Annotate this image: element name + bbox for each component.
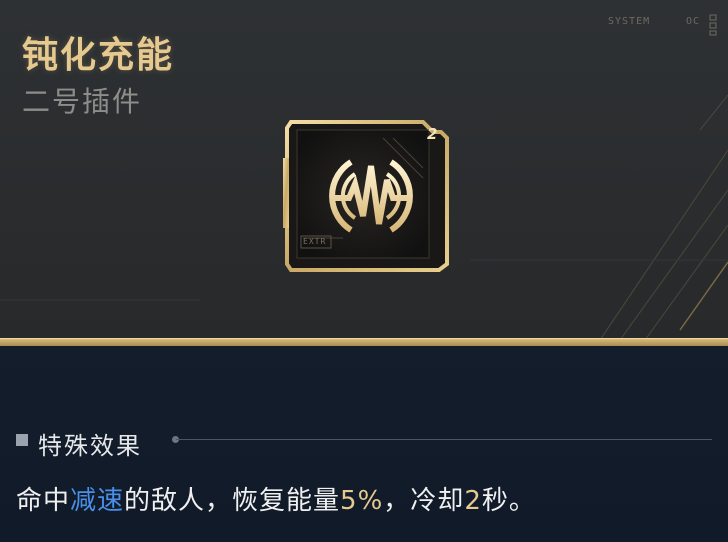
- effect-description: 命中减速的敌人，恢复能量5%，冷却2秒。: [16, 480, 536, 517]
- plugin-chip-card[interactable]: EXTR 2: [283, 118, 455, 274]
- effect-text-after-value: ，冷却: [383, 486, 465, 516]
- effect-value-percent: 5%: [340, 486, 384, 516]
- effect-text-end: 秒。: [481, 486, 536, 516]
- effect-keyword: 减速: [70, 486, 125, 516]
- special-effect-header: 特殊效果: [16, 426, 716, 460]
- slot-number: 2: [427, 125, 438, 143]
- section-title: 特殊效果: [38, 432, 142, 460]
- divider-gold-bar: [0, 338, 728, 346]
- effect-text-middle: 的敌人，恢复能量: [124, 486, 341, 516]
- section-divider-line: [176, 439, 712, 440]
- bullet-square-icon: [16, 434, 28, 446]
- slot-number-badge: 2: [427, 124, 447, 144]
- effect-cooldown: 2: [464, 486, 482, 516]
- hud-label-left: SYSTEM: [608, 16, 651, 27]
- pulse-wave-emblem-icon: [329, 159, 413, 233]
- effect-text-before: 命中: [16, 486, 71, 516]
- hud-label-right: OC: [686, 16, 701, 27]
- item-subtitle: 二号插件: [22, 85, 143, 118]
- item-title: 钝化充能: [22, 35, 175, 76]
- item-header-panel: 钝化充能 二号插件 SYSTEM OC EXTR 2: [0, 0, 728, 340]
- hud-marks-icon: [709, 14, 717, 36]
